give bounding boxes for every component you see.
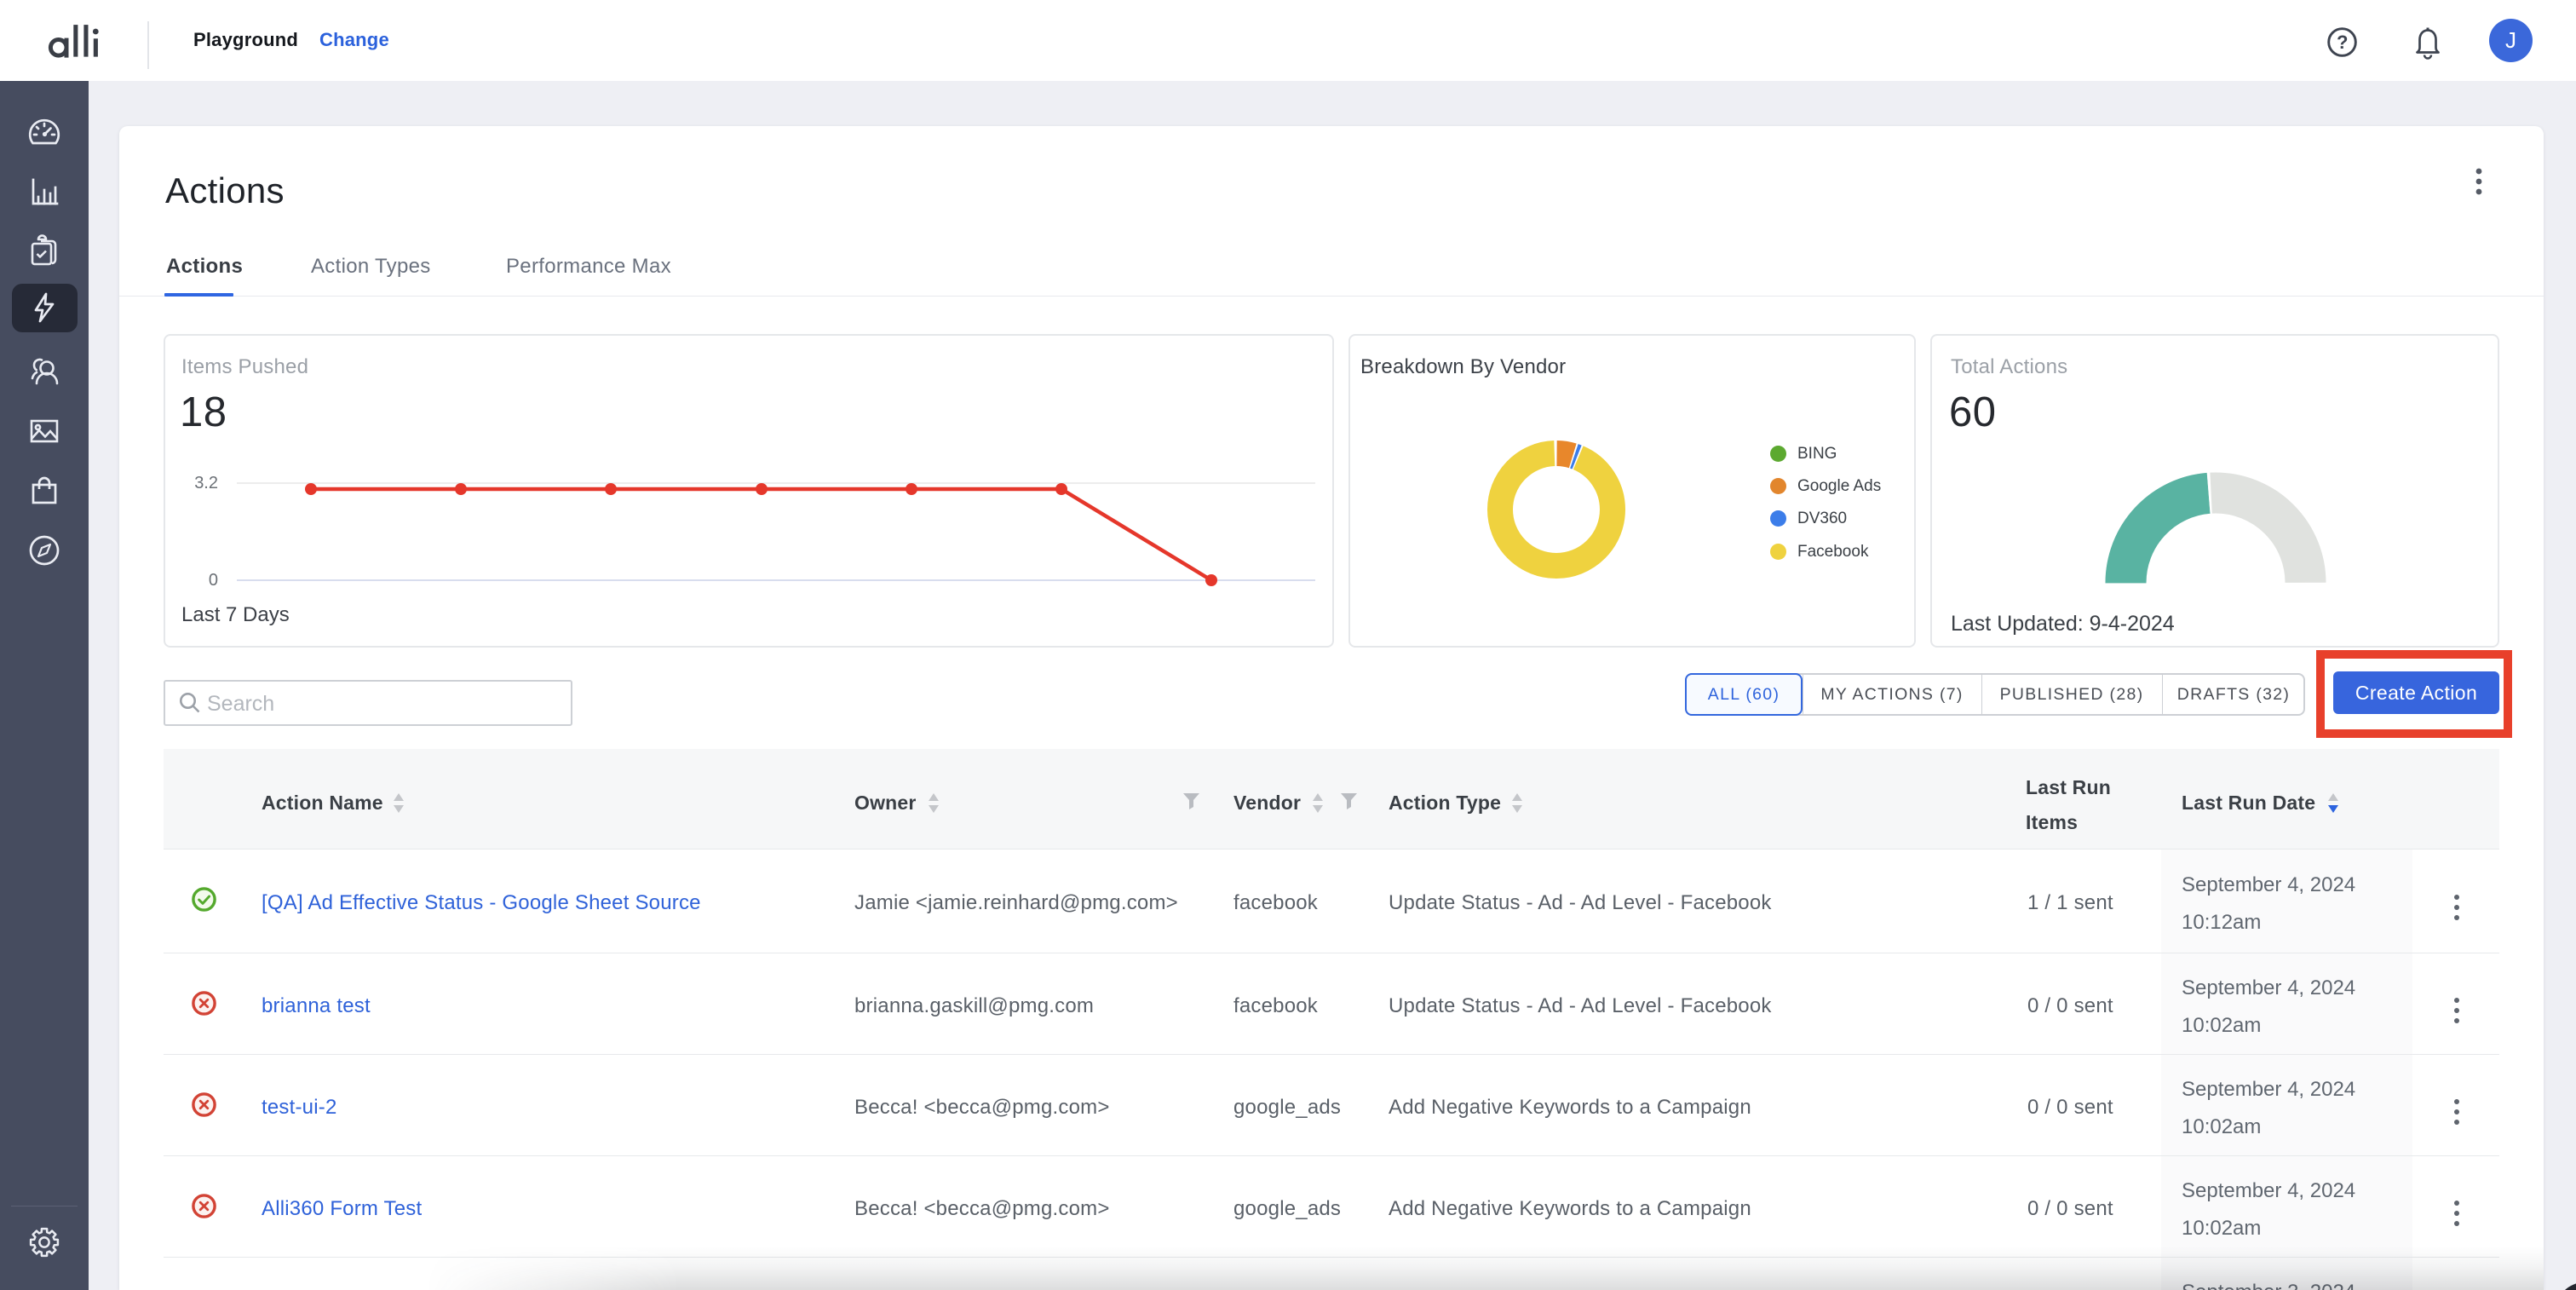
svg-text:?: ? [2337, 32, 2348, 53]
